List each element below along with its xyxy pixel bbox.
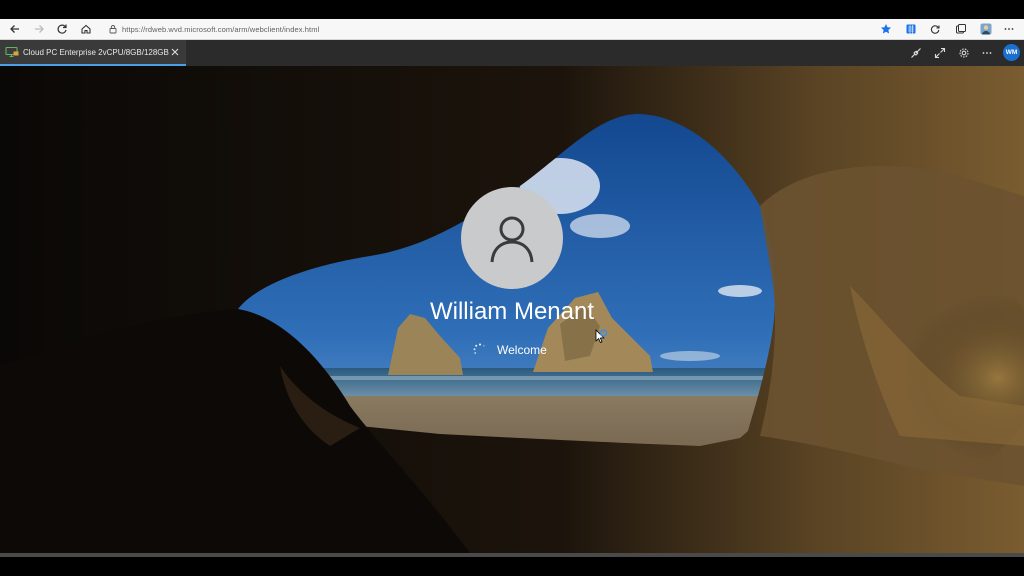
collections-icon[interactable] [901, 19, 921, 39]
top-letterbox [0, 0, 1024, 19]
remote-desktop-screen[interactable]: William Menant Welcome [0, 66, 1024, 553]
profile-icon[interactable] [976, 19, 996, 39]
user-avatar [461, 187, 563, 289]
tab-actions-icon[interactable] [951, 19, 971, 39]
close-icon[interactable] [170, 47, 180, 57]
settings-icon[interactable] [955, 44, 973, 62]
sign-in-status: Welcome [472, 340, 547, 360]
welcome-text: Welcome [497, 343, 547, 357]
extension-icon[interactable] [925, 19, 945, 39]
home-icon[interactable] [76, 19, 96, 39]
fullscreen-icon[interactable] [931, 44, 949, 62]
bottom-letterbox [0, 557, 1024, 576]
user-icon [490, 216, 534, 263]
browser-toolbar: https://rdweb.wvd.microsoft.com/arm/webc… [0, 19, 1024, 40]
remote-pc-icon [5, 46, 19, 58]
session-tab-label: Cloud PC Enterprise 2vCPU/8GB/128GB [23, 47, 169, 57]
forward-icon[interactable] [29, 19, 49, 39]
url-text: https://rdweb.wvd.microsoft.com/arm/webc… [122, 24, 320, 34]
loading-spinner-icon [473, 343, 485, 354]
more-icon[interactable] [978, 44, 996, 62]
user-name: William Menant [429, 298, 595, 325]
lock-icon[interactable] [108, 24, 118, 34]
refresh-icon[interactable] [52, 19, 72, 39]
busy-cursor-icon [595, 329, 608, 344]
address-bar[interactable]: https://rdweb.wvd.microsoft.com/arm/webc… [104, 21, 864, 37]
disconnect-icon[interactable] [907, 44, 925, 62]
session-tab[interactable]: Cloud PC Enterprise 2vCPU/8GB/128GB [0, 40, 186, 66]
favorite-star-icon[interactable] [876, 19, 896, 39]
back-icon[interactable] [5, 19, 25, 39]
more-icon[interactable] [999, 19, 1019, 39]
rd-client-toolbar: Cloud PC Enterprise 2vCPU/8GB/128GB WM [0, 40, 1024, 66]
user-avatar-badge[interactable]: WM [1003, 44, 1020, 61]
